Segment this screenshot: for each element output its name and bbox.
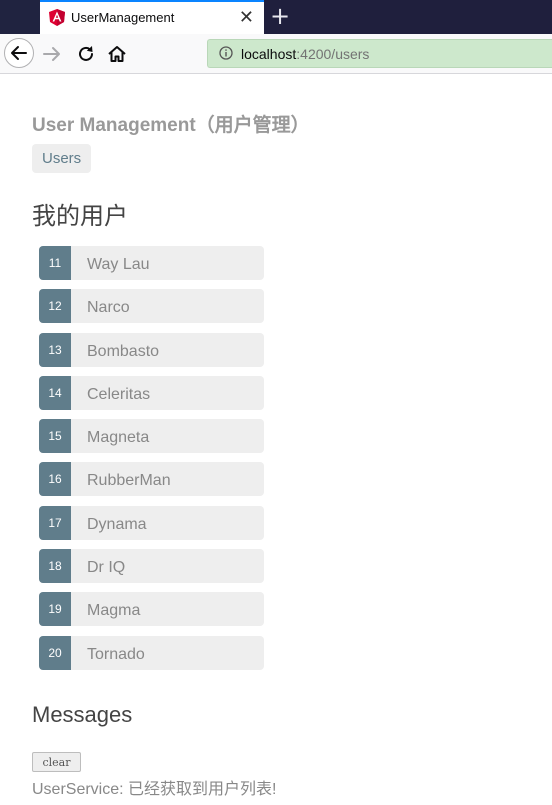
back-arrow-icon xyxy=(11,46,27,60)
users-nav-link[interactable]: Users xyxy=(32,144,92,173)
message-item: UserService: 已经获取到用户列表! xyxy=(32,781,277,798)
user-id-badge: 20 xyxy=(39,635,71,670)
user-id-badge: 12 xyxy=(39,289,71,324)
user-name: Way Lau xyxy=(87,256,150,273)
user-name: Celeritas xyxy=(87,385,151,403)
angular-icon xyxy=(49,9,65,26)
user-name: Dynama xyxy=(87,515,147,533)
tab-title: UserManagement xyxy=(71,10,175,25)
section-heading: 我的用户 xyxy=(32,203,128,230)
user-name: Bombasto xyxy=(87,342,160,360)
forward-arrow-icon[interactable] xyxy=(41,43,63,65)
user-list-item[interactable]: 17 Dynama xyxy=(39,505,264,540)
close-tab-icon[interactable]: ✕ xyxy=(239,7,254,27)
user-list-item[interactable]: 16 RubberMan xyxy=(39,462,264,497)
user-name: Tornado xyxy=(87,645,145,663)
user-list-item[interactable]: 20 Tornado xyxy=(39,635,264,670)
user-list-item[interactable]: 12 Narco xyxy=(39,289,264,324)
tab-strip-left xyxy=(0,0,40,34)
messages-heading: Messages xyxy=(32,702,133,727)
user-id-badge: 19 xyxy=(39,592,71,627)
user-id-badge: 18 xyxy=(39,549,71,584)
browser-tab[interactable]: UserManagement ✕ xyxy=(40,0,264,34)
page-title: User Management（用户管理） xyxy=(32,115,310,136)
user-id-badge: 13 xyxy=(39,332,71,367)
url-host: localhost xyxy=(241,46,297,62)
info-icon[interactable] xyxy=(219,46,233,60)
user-id-badge: 15 xyxy=(39,419,71,454)
user-name: Narco xyxy=(87,299,130,317)
user-id-badge: 11 xyxy=(39,246,71,280)
user-name: RubberMan xyxy=(87,472,171,490)
user-list-item[interactable]: 19 Magma xyxy=(39,592,264,627)
clear-messages-button[interactable]: clear xyxy=(32,752,81,772)
url-text: localhost:4200/users xyxy=(241,46,369,62)
back-button[interactable] xyxy=(4,38,34,68)
tab-strip: UserManagement ✕ + xyxy=(0,0,552,34)
user-list-item[interactable]: 11 Way Lau xyxy=(39,246,264,280)
user-name: Magneta xyxy=(87,429,150,447)
user-id-badge: 16 xyxy=(39,462,71,497)
url-bar[interactable]: localhost:4200/users xyxy=(207,39,552,68)
new-tab-icon[interactable]: + xyxy=(270,2,290,30)
home-icon[interactable] xyxy=(106,43,128,65)
reload-icon[interactable] xyxy=(75,43,97,65)
user-list-item[interactable]: 18 Dr IQ xyxy=(39,549,264,584)
user-list-item[interactable]: 13 Bombasto xyxy=(39,332,264,367)
user-id-badge: 14 xyxy=(39,375,71,410)
user-name: Dr IQ xyxy=(87,559,126,577)
user-list-item[interactable]: 14 Celeritas xyxy=(39,375,264,410)
user-list-item[interactable]: 15 Magneta xyxy=(39,419,264,454)
url-path: :4200/users xyxy=(296,46,370,62)
navigation-toolbar: localhost:4200/users xyxy=(0,34,552,74)
user-id-badge: 17 xyxy=(39,505,71,540)
users-list: 11 Way Lau 12 Narco 13 Bombasto 14 Celer… xyxy=(39,246,264,679)
user-name: Magma xyxy=(87,602,141,620)
